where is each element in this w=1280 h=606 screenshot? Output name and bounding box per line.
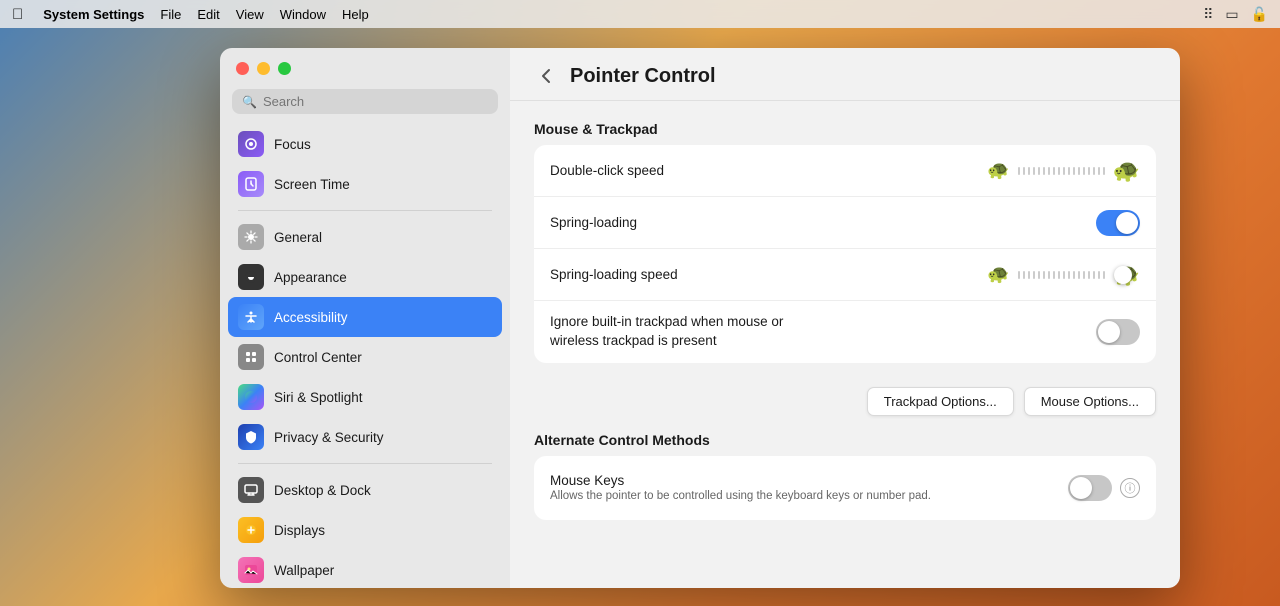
- control-center-icon: [238, 344, 264, 370]
- ignore-trackpad-label: Ignore built-in trackpad when mouse or w…: [550, 313, 823, 351]
- fast-turtle-icon: 🐢: [1113, 158, 1140, 184]
- sidebar-label-appearance: Appearance: [274, 270, 347, 285]
- sidebar: 🔍 Focus Screen Time Gene: [220, 48, 510, 588]
- mouse-keys-toggle-knob: [1070, 477, 1092, 499]
- menubar-view[interactable]: View: [236, 7, 264, 22]
- slow-turtle-icon: 🐢: [987, 160, 1009, 181]
- search-icon: 🔍: [242, 95, 257, 109]
- sidebar-divider-2: [238, 463, 492, 464]
- sidebar-label-privacy: Privacy & Security: [274, 430, 384, 445]
- sidebar-label-accessibility: Accessibility: [274, 310, 348, 325]
- ignore-trackpad-row: Ignore built-in trackpad when mouse or w…: [534, 301, 1156, 363]
- section-title-alternate-control: Alternate Control Methods: [534, 432, 1156, 448]
- sidebar-label-control-center: Control Center: [274, 350, 362, 365]
- mouse-options-button[interactable]: Mouse Options...: [1024, 387, 1156, 416]
- rectangle-icon: ▭: [1225, 6, 1238, 23]
- maximize-button[interactable]: [278, 62, 291, 75]
- menubar-file[interactable]: File: [160, 7, 181, 22]
- general-icon: [238, 224, 264, 250]
- sidebar-item-focus[interactable]: Focus: [228, 124, 502, 164]
- double-click-slider-track[interactable]: [1018, 167, 1105, 175]
- spring-loading-slider-track[interactable]: [1018, 271, 1105, 279]
- trackpad-options-button[interactable]: Trackpad Options...: [867, 387, 1014, 416]
- spring-loading-toggle-knob: [1116, 212, 1138, 234]
- sidebar-item-accessibility[interactable]: Accessibility: [228, 297, 502, 337]
- menubar-help[interactable]: Help: [342, 7, 369, 22]
- sidebar-label-desktop-dock: Desktop & Dock: [274, 483, 371, 498]
- search-bar[interactable]: 🔍: [232, 89, 498, 114]
- section-title-mouse-trackpad: Mouse & Trackpad: [534, 121, 1156, 137]
- back-button[interactable]: [534, 64, 558, 88]
- spring-loading-speed-label: Spring-loading speed: [550, 267, 845, 282]
- ignore-trackpad-toggle-knob: [1098, 321, 1120, 343]
- alternate-control-card: Mouse Keys Allows the pointer to be cont…: [534, 456, 1156, 520]
- appearance-icon: [238, 264, 264, 290]
- siri-icon: [238, 384, 264, 410]
- search-input[interactable]: [263, 94, 488, 109]
- double-click-speed-slider-area: 🐢: [845, 158, 1140, 184]
- desktop-icon: [238, 477, 264, 503]
- displays-icon: [238, 517, 264, 543]
- mouse-trackpad-card: Double-click speed 🐢: [534, 145, 1156, 363]
- sidebar-label-displays: Displays: [274, 523, 325, 538]
- sidebar-list: Focus Screen Time General Appearance: [220, 124, 510, 588]
- system-settings-window: 🔍 Focus Screen Time Gene: [220, 48, 1180, 588]
- menubar-system-settings[interactable]: System Settings: [43, 7, 144, 22]
- spring-loading-label: Spring-loading: [550, 215, 1096, 230]
- focus-icon: [238, 131, 264, 157]
- wallpaper-icon: [238, 557, 264, 583]
- mouse-keys-sublabel: Allows the pointer to be controlled usin…: [550, 490, 1068, 502]
- window-controls: [220, 48, 510, 85]
- sidebar-label-siri: Siri & Spotlight: [274, 390, 363, 405]
- privacy-icon: [238, 424, 264, 450]
- ignore-trackpad-toggle[interactable]: [1096, 319, 1140, 345]
- sidebar-item-screen-time[interactable]: Screen Time: [228, 164, 502, 204]
- lock-icon: 🔓: [1251, 6, 1268, 23]
- spring-loading-speed-row: Spring-loading speed 🐢: [534, 249, 1156, 301]
- spring-loading-speed-slider-area: 🐢: [845, 262, 1140, 288]
- sidebar-divider-1: [238, 210, 492, 211]
- slow-turtle-icon-2: 🐢: [987, 264, 1009, 285]
- apple-menu[interactable]: : [12, 6, 23, 23]
- sidebar-item-desktop-dock[interactable]: Desktop & Dock: [228, 470, 502, 510]
- dots-icon: ⠿: [1203, 6, 1213, 23]
- mouse-keys-toggle[interactable]: [1068, 475, 1112, 501]
- sidebar-item-appearance[interactable]: Appearance: [228, 257, 502, 297]
- sidebar-item-control-center[interactable]: Control Center: [228, 337, 502, 377]
- sidebar-label-wallpaper: Wallpaper: [274, 563, 334, 578]
- sidebar-item-siri[interactable]: Siri & Spotlight: [228, 377, 502, 417]
- sidebar-item-privacy[interactable]: Privacy & Security: [228, 417, 502, 457]
- spring-loading-speed-thumb[interactable]: [1114, 266, 1132, 284]
- sidebar-label-general: General: [274, 230, 322, 245]
- spring-loading-toggle[interactable]: [1096, 210, 1140, 236]
- content-body: Mouse & Trackpad Double-click speed 🐢: [510, 101, 1180, 548]
- content-header: Pointer Control: [510, 48, 1180, 101]
- menubar-right-icons: ⠿ ▭ 🔓: [1203, 6, 1268, 23]
- spring-loading-row: Spring-loading: [534, 197, 1156, 249]
- minimize-button[interactable]: [257, 62, 270, 75]
- main-content: Pointer Control Mouse & Trackpad Double-…: [510, 48, 1180, 588]
- mouse-keys-info-icon[interactable]: ⓘ: [1120, 478, 1140, 498]
- menubar:  System Settings File Edit View Window …: [0, 0, 1280, 28]
- buttons-row: Trackpad Options... Mouse Options...: [534, 375, 1156, 420]
- sidebar-item-wallpaper[interactable]: Wallpaper: [228, 550, 502, 588]
- mouse-keys-row: Mouse Keys Allows the pointer to be cont…: [534, 456, 1156, 520]
- sidebar-label-screen-time: Screen Time: [274, 177, 350, 192]
- menubar-window[interactable]: Window: [280, 7, 326, 22]
- double-click-speed-row: Double-click speed 🐢: [534, 145, 1156, 197]
- screen-time-icon: [238, 171, 264, 197]
- sidebar-item-displays[interactable]: Displays: [228, 510, 502, 550]
- sidebar-label-focus: Focus: [274, 137, 311, 152]
- double-click-speed-label: Double-click speed: [550, 163, 845, 178]
- menubar-edit[interactable]: Edit: [197, 7, 219, 22]
- sidebar-item-general[interactable]: General: [228, 217, 502, 257]
- accessibility-icon: [238, 304, 264, 330]
- mouse-keys-content: Mouse Keys Allows the pointer to be cont…: [550, 473, 1068, 502]
- mouse-keys-label: Mouse Keys: [550, 473, 1068, 488]
- page-title: Pointer Control: [570, 65, 716, 88]
- close-button[interactable]: [236, 62, 249, 75]
